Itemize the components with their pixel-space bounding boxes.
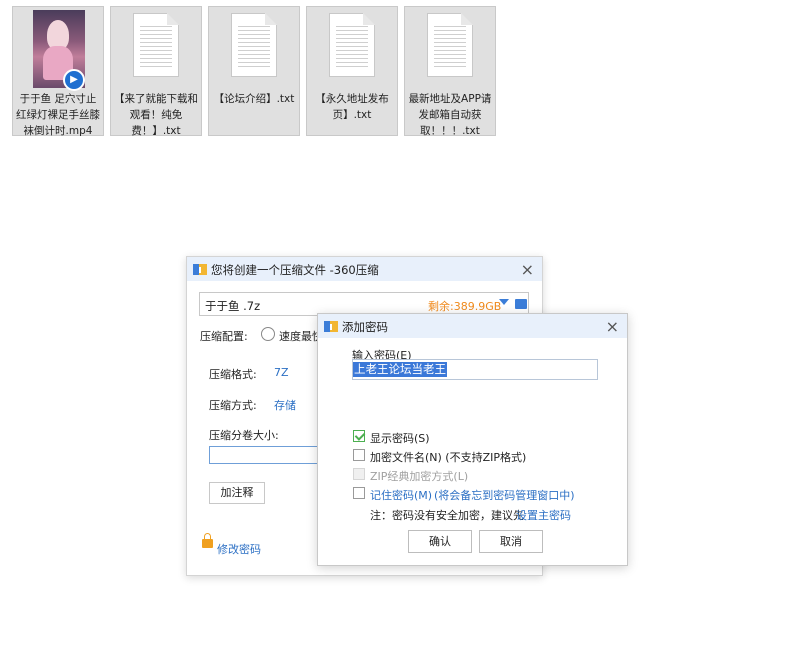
volume-label: 压缩分卷大小: xyxy=(209,429,279,442)
dropdown-arrow-icon[interactable] xyxy=(499,299,509,305)
file-name: 【永久地址发布页】.txt xyxy=(315,93,389,121)
modify-password-link[interactable]: 修改密码 xyxy=(217,541,261,557)
file-name: 【论坛介绍】.txt xyxy=(213,93,295,105)
add-password-dialog: 添加密码 × 输入密码(E) 上老王论坛当老王 显示密码(S) 加密文件名(N)… xyxy=(317,313,628,566)
file-name: 最新地址及APP请发邮箱自动获取！！！.txt xyxy=(408,93,492,137)
remember-password-label[interactable]: 记住密码(M) xyxy=(370,487,432,503)
free-space: 剩余:389.9GB xyxy=(428,300,502,313)
show-password-checkbox[interactable] xyxy=(353,430,365,442)
format-label: 压缩格式: xyxy=(209,368,257,381)
cancel-button[interactable]: 取消 xyxy=(479,530,543,553)
file-item-txt[interactable]: 【永久地址发布页】.txt xyxy=(306,6,398,136)
file-item-txt[interactable]: 最新地址及APP请发邮箱自动获取！！！.txt xyxy=(404,6,496,137)
file-item-txt[interactable]: 【来了就能下载和观看！纯免费！】.txt xyxy=(110,6,202,137)
archive-app-icon xyxy=(324,321,338,332)
archive-filename[interactable]: 于于鱼 .7z xyxy=(205,298,260,314)
lock-icon xyxy=(202,533,213,548)
ok-button[interactable]: 确认 xyxy=(408,530,472,553)
set-master-password-link[interactable]: 设置主密码 xyxy=(516,507,571,523)
file-item-txt[interactable]: 【论坛介绍】.txt xyxy=(208,6,300,136)
text-file-icon xyxy=(133,13,179,77)
remember-password-checkbox[interactable] xyxy=(353,487,365,499)
password-value[interactable]: 上老王论坛当老王 xyxy=(353,362,447,377)
compress-dialog-titlebar[interactable]: 您将创建一个压缩文件 -360压缩 × xyxy=(187,257,542,281)
method-label: 压缩方式: xyxy=(209,399,257,412)
remember-password-note: (将会备忘到密码管理窗口中) xyxy=(434,489,575,502)
zip-classic-checkbox xyxy=(353,468,365,480)
file-item-video[interactable]: ▶ 于于鱼 足穴寸止红绿灯裸足手丝膝袜倒计时.mp4 xyxy=(12,6,104,137)
password-input[interactable]: 上老王论坛当老王 xyxy=(352,359,598,380)
close-icon[interactable]: × xyxy=(521,260,534,279)
archive-app-icon xyxy=(193,264,207,275)
add-comment-button[interactable]: 加注释 xyxy=(209,482,265,504)
text-file-icon xyxy=(427,13,473,77)
encrypt-filenames-checkbox[interactable] xyxy=(353,449,365,461)
encrypt-filenames-label[interactable]: 加密文件名(N) (不支持ZIP格式) xyxy=(370,449,526,465)
dialog-title: 您将创建一个压缩文件 -360压缩 xyxy=(211,263,379,277)
config-radio[interactable] xyxy=(261,327,275,341)
format-value[interactable]: 7Z xyxy=(274,366,289,379)
close-icon[interactable]: × xyxy=(606,317,619,336)
text-file-icon xyxy=(329,13,375,77)
file-name: 于于鱼 足穴寸止红绿灯裸足手丝膝袜倒计时.mp4 xyxy=(16,93,100,137)
text-file-icon xyxy=(231,13,277,77)
show-password-label[interactable]: 显示密码(S) xyxy=(370,430,430,446)
password-dialog-titlebar[interactable]: 添加密码 × xyxy=(318,314,627,338)
folder-icon[interactable] xyxy=(515,299,527,309)
zip-classic-label: ZIP经典加密方式(L) xyxy=(370,470,469,483)
file-name: 【来了就能下载和观看！纯免费！】.txt xyxy=(114,93,198,137)
video-player-icon: ▶ xyxy=(63,69,85,91)
volume-size-input[interactable] xyxy=(209,446,319,464)
method-value[interactable]: 存储 xyxy=(274,397,296,413)
dialog-title: 添加密码 xyxy=(342,320,388,334)
security-note: 注：密码没有安全加密，建议先 xyxy=(370,509,524,522)
config-label: 压缩配置: xyxy=(200,330,248,343)
